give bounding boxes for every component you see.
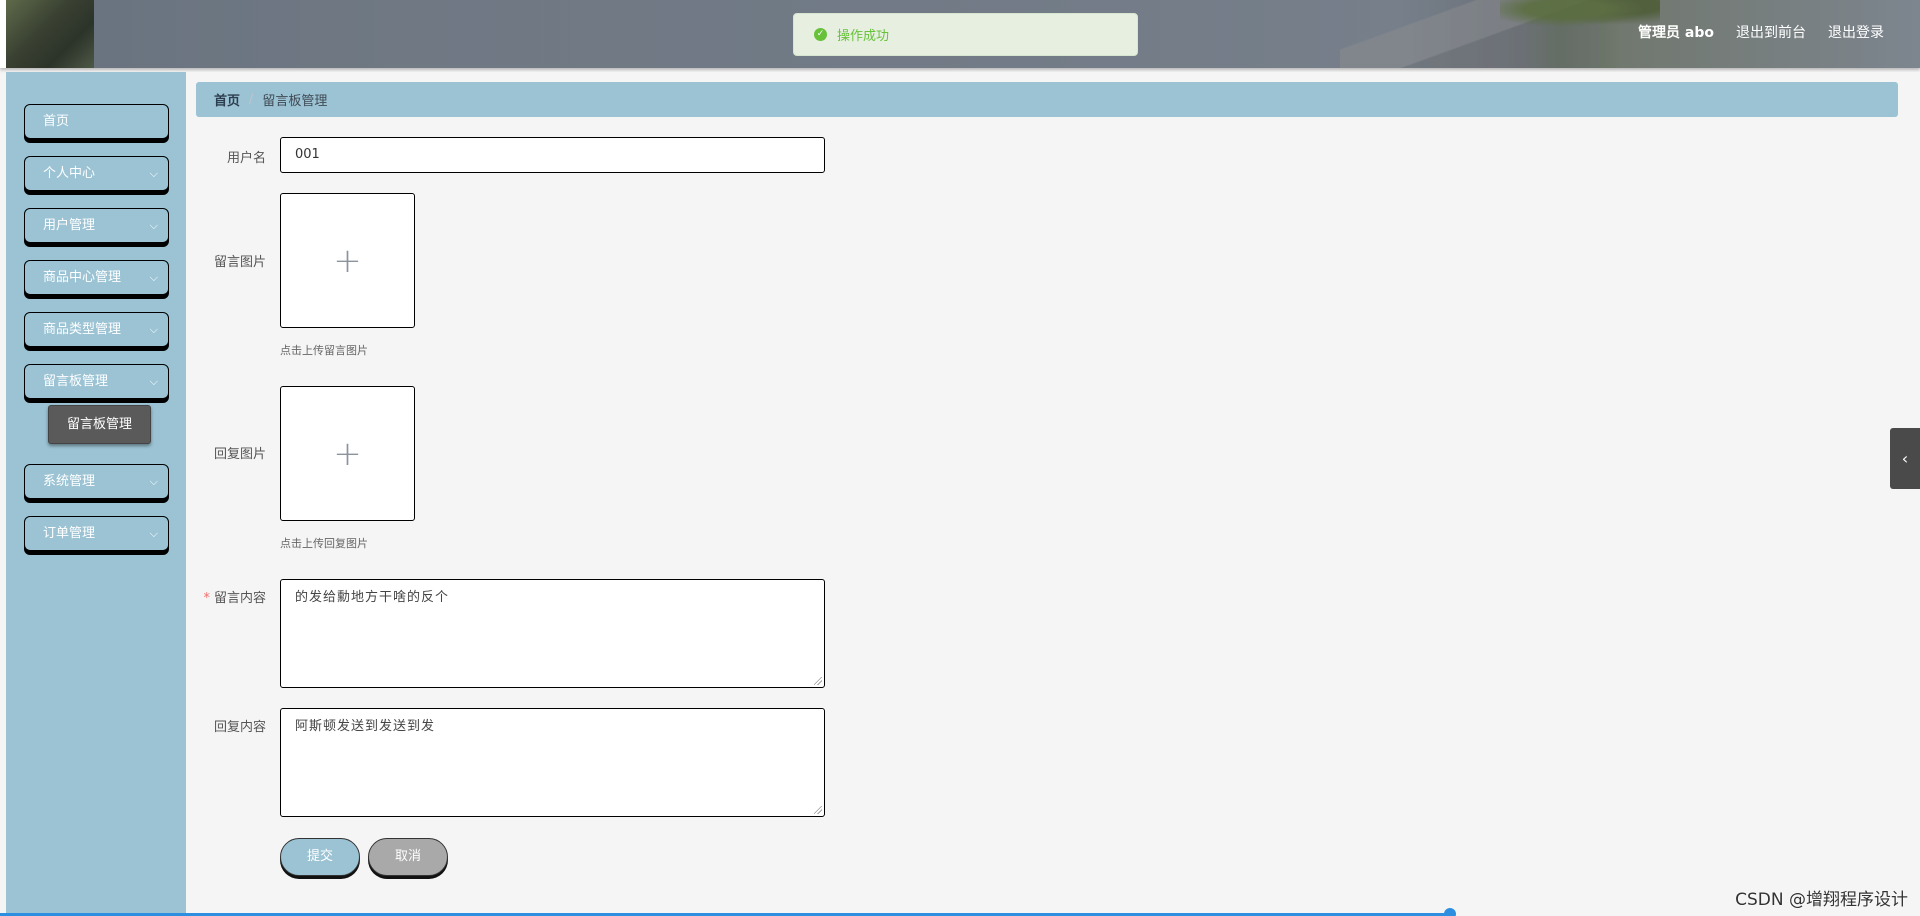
chevron-down-icon: ⌵ — [149, 271, 158, 284]
message-image-upload[interactable]: + — [280, 193, 415, 328]
cancel-button[interactable]: 取消 — [368, 838, 448, 876]
chevron-left-icon: ‹ — [1901, 449, 1909, 468]
sidebar-item-products[interactable]: 商品中心管理 ⌵ — [24, 260, 169, 295]
breadcrumb-home[interactable]: 首页 — [214, 90, 240, 109]
sidebar-item-label: 订单管理 — [43, 526, 96, 541]
plus-icon: + — [333, 240, 362, 281]
sidebar-item-home[interactable]: 首页 — [24, 104, 169, 139]
resize-handle-icon[interactable] — [814, 677, 822, 685]
header-user-menu: 管理员 abo 退出到前台 退出登录 — [1638, 22, 1884, 42]
plus-icon: + — [333, 433, 362, 474]
admin-label: 管理员 abo — [1638, 25, 1714, 41]
sidebar-item-label: 系统管理 — [43, 474, 96, 489]
sidebar-item-messages[interactable]: 留言板管理 ⌵ — [24, 364, 169, 399]
reply-content-textarea[interactable]: 阿斯顿发送到发送到发 — [280, 708, 825, 817]
chevron-down-icon: ⌵ — [149, 323, 158, 336]
chevron-up-icon: ⌵ — [149, 375, 158, 388]
sidebar-item-label: 用户管理 — [43, 218, 96, 233]
message-content-text: 的发给勳地方干啥的反个 — [295, 590, 450, 605]
main-content: 首页 / 留言板管理 用户名 001 留言图片 + 点击上传留言图片 回复图片 … — [186, 72, 1920, 916]
message-content-label-text: 留言内容 — [213, 591, 266, 606]
sidebar-item-label: 首页 — [43, 114, 70, 129]
sidebar-item-product-types[interactable]: 商品类型管理 ⌵ — [24, 312, 169, 347]
username-field[interactable]: 001 — [280, 137, 825, 173]
bottom-scroll-knob[interactable] — [1444, 908, 1456, 916]
sidebar-item-label: 个人中心 — [43, 166, 96, 181]
watermark: CSDN @增翔程序设计 — [1735, 890, 1908, 910]
side-panel-toggle[interactable]: ‹ — [1890, 428, 1920, 489]
username-label: 用户名 — [226, 151, 266, 166]
reply-image-tip: 点击上传回复图片 — [280, 537, 368, 550]
message-content-textarea[interactable]: 的发给勳地方干啥的反个 — [280, 579, 825, 688]
message-content-label: * 留言内容 — [186, 587, 266, 606]
reply-content-label: 回复内容 — [213, 720, 266, 735]
reply-image-label: 回复图片 — [213, 447, 266, 462]
reply-content-text: 阿斯顿发送到发送到发 — [295, 719, 436, 734]
success-toast: ✓ 操作成功 — [793, 13, 1138, 56]
breadcrumb-separator: / — [249, 92, 254, 107]
toast-message: 操作成功 — [837, 29, 890, 44]
logout-link[interactable]: 退出登录 — [1828, 22, 1884, 42]
sidebar-item-orders[interactable]: 订单管理 ⌵ — [24, 516, 169, 551]
chevron-down-icon: ⌵ — [149, 475, 158, 488]
back-to-front-link[interactable]: 退出到前台 — [1736, 22, 1806, 42]
message-image-tip: 点击上传留言图片 — [280, 344, 368, 357]
sidebar-item-label: 商品类型管理 — [43, 322, 122, 337]
header-background-photo — [6, 0, 94, 68]
sidebar-item-label: 商品中心管理 — [43, 270, 122, 285]
sidebar-subitem-messages[interactable]: 留言板管理 — [48, 405, 151, 444]
chevron-down-icon: ⌵ — [149, 219, 158, 232]
success-check-icon: ✓ — [814, 28, 827, 41]
resize-handle-icon[interactable] — [814, 806, 822, 814]
sidebar-item-system[interactable]: 系统管理 ⌵ — [24, 464, 169, 499]
header-background-trees — [1500, 0, 1660, 30]
submit-button[interactable]: 提交 — [280, 838, 360, 876]
message-image-label: 留言图片 — [213, 255, 266, 270]
sidebar: 首页 个人中心 ⌵ 用户管理 ⌵ 商品中心管理 ⌵ 商品类型管理 ⌵ 留言板管理… — [6, 72, 186, 916]
breadcrumb: 首页 / 留言板管理 — [196, 82, 1898, 117]
reply-image-upload[interactable]: + — [280, 386, 415, 521]
breadcrumb-current: 留言板管理 — [262, 94, 328, 109]
chevron-down-icon: ⌵ — [149, 527, 158, 540]
sidebar-item-users[interactable]: 用户管理 ⌵ — [24, 208, 169, 243]
chevron-down-icon: ⌵ — [149, 167, 158, 180]
sidebar-item-profile[interactable]: 个人中心 ⌵ — [24, 156, 169, 191]
top-header: ✓ 操作成功 管理员 abo 退出到前台 退出登录 — [0, 0, 1920, 68]
sidebar-item-label: 留言板管理 — [43, 374, 109, 389]
required-asterisk: * — [203, 591, 210, 606]
